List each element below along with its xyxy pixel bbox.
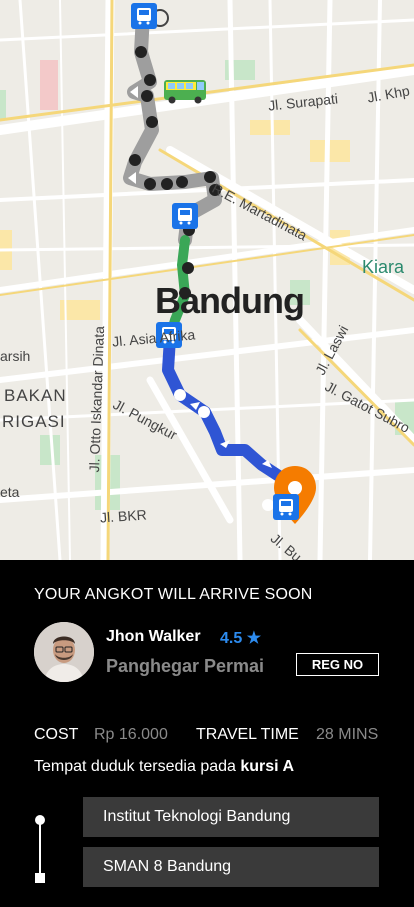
driver-rating: 4.5 ★ — [220, 630, 262, 647]
origin-field[interactable]: Institut Teknologi Bandung — [83, 797, 379, 837]
map-view[interactable]: Bandung Kiara BAKAN RIGASI arsih eta Jl.… — [0, 0, 414, 560]
bus-stop-icon — [131, 3, 157, 29]
destination-square-icon — [35, 873, 45, 883]
city-label: Bandung — [155, 280, 305, 321]
angkot-vehicle-icon — [164, 80, 206, 104]
bus-stop-icon — [172, 203, 198, 229]
area-label-bakan: BAKAN — [4, 386, 67, 405]
seat-info-text: Tempat duduk tersedia pada — [34, 758, 241, 775]
reg-no-button[interactable]: REG NO — [296, 653, 379, 676]
area-label-eta: eta — [0, 484, 20, 500]
area-label-kiara: Kiara — [362, 257, 405, 277]
arrival-status: YOUR ANGKOT WILL ARRIVE SOON — [34, 586, 313, 603]
street-label-bkr: Jl. BKR — [99, 506, 148, 526]
driver-name: Jhon Walker — [106, 628, 201, 645]
seat-info: Tempat duduk tersedia pada kursi A — [34, 758, 294, 776]
destination-field[interactable]: SMAN 8 Bandung — [83, 847, 379, 887]
area-label-arsih: arsih — [0, 348, 31, 364]
route-connector — [39, 818, 41, 876]
travel-time-value: 28 MINS — [316, 726, 379, 743]
angkot-route-name: Panghegar Permai — [106, 656, 265, 676]
trip-info-panel: YOUR ANGKOT WILL ARRIVE SOON Jhon Walker… — [0, 560, 414, 907]
cost-value: Rp 16.000 — [94, 726, 168, 743]
bus-stop-icon — [273, 494, 299, 520]
driver-photo — [34, 622, 94, 682]
seat-number: kursi A — [240, 758, 295, 775]
area-label-rigasi: RIGASI — [2, 412, 66, 431]
driver-avatar[interactable] — [34, 622, 94, 682]
travel-time-label: TRAVEL TIME — [196, 726, 299, 743]
cost-label: COST — [34, 726, 79, 743]
